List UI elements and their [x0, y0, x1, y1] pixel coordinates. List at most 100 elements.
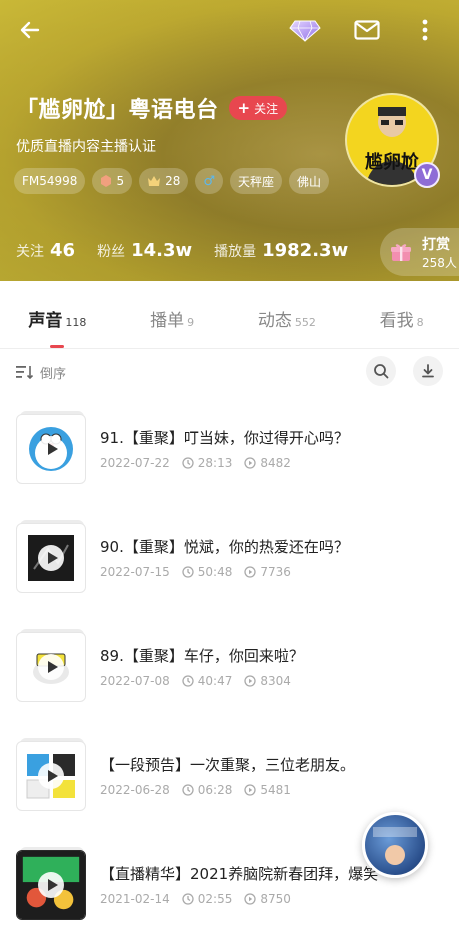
plays-value: 5481 [260, 783, 291, 797]
tip-button[interactable]: 打赏 258人 [380, 228, 459, 276]
track-meta: 2022-07-15 50:48 7736 [100, 565, 291, 579]
play-count-icon [244, 566, 256, 578]
clock-icon [182, 893, 194, 905]
content-tabs: 声音 118 播单 9 动态 552 看我 8 [0, 296, 459, 348]
track-plays: 8482 [244, 456, 291, 470]
duration-value: 28:13 [197, 456, 233, 470]
plays-value: 7736 [260, 565, 291, 579]
track-duration: 06:28 [182, 783, 233, 797]
track-plays: 7736 [244, 565, 291, 579]
play-count-icon [244, 675, 256, 687]
track-date: 2022-06-28 [100, 783, 170, 797]
track-cover[interactable] [16, 520, 86, 593]
play-count-icon [244, 457, 256, 469]
download-button[interactable] [413, 356, 443, 386]
anchor-name: 「尴卵尬」粤语电台 [16, 98, 219, 123]
tab-label: 播单 [150, 311, 185, 331]
track-duration: 50:48 [182, 565, 232, 579]
cover-image [16, 523, 86, 593]
tag-crown-level[interactable]: 28 [139, 168, 189, 194]
back-arrow-icon [20, 21, 40, 39]
player-cover-art [373, 827, 417, 865]
tag-label: 5 [116, 174, 125, 188]
track-cover[interactable] [16, 847, 86, 920]
sort-label: 倒序 [40, 366, 67, 382]
profile-tags: FM54998 5 28 ♂ 天秤座 佛山 [14, 168, 330, 194]
profile-title-row: 「尴卵尬」粤语电台 + 关注 [16, 92, 288, 124]
tag-label: 28 [165, 174, 181, 188]
message-button[interactable] [352, 16, 382, 44]
track-row[interactable]: 90.【重聚】悦斌，你的热爱还在吗？ 2022-07-15 50:48 7736 [0, 520, 459, 623]
tag-gender: ♂ [195, 168, 224, 194]
tab-watch-me[interactable]: 看我 8 [344, 296, 459, 348]
tab-count: 118 [65, 316, 87, 329]
plays-value: 8482 [260, 456, 291, 470]
track-date: 2022-07-15 [100, 565, 170, 579]
track-duration: 40:47 [182, 674, 233, 688]
stat-label: 粉丝 [97, 244, 126, 260]
diamond-icon [289, 20, 321, 42]
tag-label: 佛山 [297, 174, 322, 189]
tab-label: 动态 [257, 311, 292, 331]
floating-player-button[interactable] [362, 812, 428, 878]
track-date: 2022-07-22 [100, 456, 170, 470]
track-row[interactable]: 89.【重聚】车仔，你回来啦？ 2022-07-08 40:47 8304 [0, 629, 459, 732]
more-button[interactable] [414, 14, 436, 46]
play-icon [38, 545, 64, 571]
clock-icon [182, 566, 194, 578]
stat-fans[interactable]: 粉丝 14.3w [97, 240, 192, 261]
avatar[interactable]: 尴卵尬 V [344, 92, 444, 192]
tab-playlists[interactable]: 播单 9 [115, 296, 230, 348]
clock-icon [182, 784, 194, 796]
gift-icon [391, 244, 411, 261]
track-plays: 5481 [244, 783, 291, 797]
cover-image [16, 850, 86, 920]
mail-icon [354, 20, 380, 40]
stat-label: 播放量 [214, 244, 257, 260]
track-duration: 28:13 [182, 456, 233, 470]
avatar-logo-text: 尴卵尬 [365, 151, 419, 173]
track-row[interactable]: 91.【重聚】叮当妹，你过得开心吗？ 2022-07-22 28:13 8482 [0, 411, 459, 514]
track-title: 【一段预告】一次重聚，三位老朋友。 [100, 756, 356, 774]
plus-icon: + [237, 98, 251, 117]
tip-title: 打赏 [422, 236, 450, 253]
track-duration: 02:55 [182, 892, 232, 906]
cover-image [16, 632, 86, 702]
play-icon [38, 872, 64, 898]
track-meta: 2022-07-22 28:13 8482 [100, 456, 291, 470]
plays-value: 8750 [260, 892, 291, 906]
search-button[interactable] [366, 356, 396, 386]
track-meta: 2022-07-08 40:47 8304 [100, 674, 291, 688]
track-title: 91.【重聚】叮当妹，你过得开心吗？ [100, 429, 349, 447]
duration-value: 40:47 [197, 674, 233, 688]
certification-text: 优质直播内容主播认证 [16, 139, 156, 155]
tab-count: 9 [187, 316, 195, 329]
tab-count: 552 [294, 316, 316, 329]
plays-value: 8304 [260, 674, 291, 688]
clock-icon [182, 675, 194, 687]
duration-value: 06:28 [197, 783, 233, 797]
sort-icon [16, 366, 34, 379]
tag-level-badge[interactable]: 5 [92, 168, 133, 194]
search-icon [374, 364, 389, 379]
clock-icon [182, 457, 194, 469]
follow-button[interactable]: + 关注 [228, 96, 288, 120]
sort-toggle[interactable]: 倒序 [16, 358, 66, 386]
track-date: 2022-07-08 [100, 674, 170, 688]
stat-following[interactable]: 关注 46 [16, 240, 75, 261]
track-cover[interactable] [16, 738, 86, 811]
stat-value: 1982.3w [262, 240, 349, 261]
back-button[interactable] [14, 14, 46, 46]
tab-moments[interactable]: 动态 552 [230, 296, 345, 348]
tip-text: 打赏 258人 [422, 234, 457, 271]
track-meta: 2022-06-28 06:28 5481 [100, 783, 291, 797]
stat-label: 关注 [16, 244, 44, 260]
tab-sounds[interactable]: 声音 118 [0, 296, 115, 348]
vip-diamond-button[interactable] [288, 16, 322, 44]
track-cover[interactable] [16, 629, 86, 702]
follow-label: 关注 [254, 101, 279, 116]
tag-label: FM54998 [22, 174, 78, 188]
tab-label: 声音 [28, 311, 63, 331]
track-cover[interactable] [16, 411, 86, 484]
male-icon: ♂ [203, 173, 216, 189]
